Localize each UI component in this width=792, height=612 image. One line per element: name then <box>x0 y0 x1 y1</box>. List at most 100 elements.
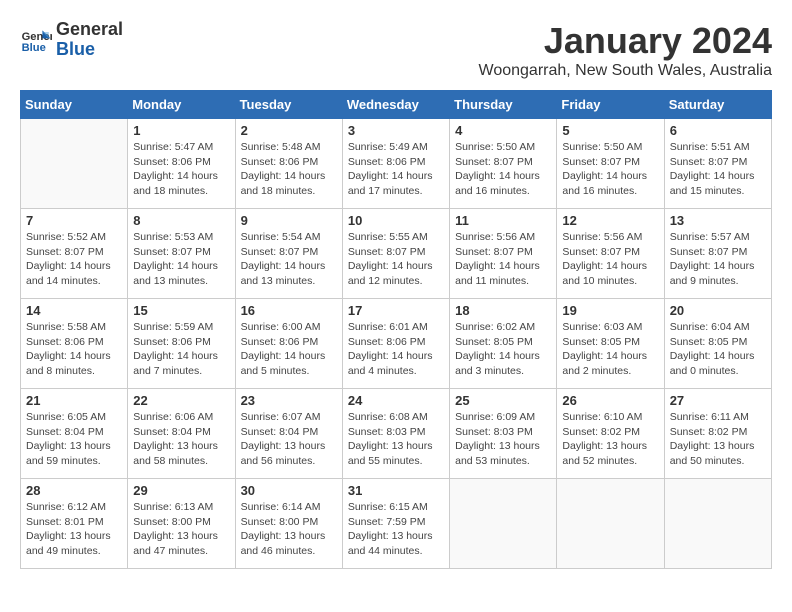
day-number: 28 <box>26 483 122 498</box>
day-number: 23 <box>241 393 337 408</box>
day-info: Sunrise: 6:07 AM Sunset: 8:04 PM Dayligh… <box>241 410 337 469</box>
day-number: 30 <box>241 483 337 498</box>
month-title: January 2024 <box>479 20 772 62</box>
day-number: 21 <box>26 393 122 408</box>
day-info: Sunrise: 6:11 AM Sunset: 8:02 PM Dayligh… <box>670 410 766 469</box>
calendar-cell <box>450 479 557 569</box>
day-number: 29 <box>133 483 229 498</box>
calendar-week-1: 1Sunrise: 5:47 AM Sunset: 8:06 PM Daylig… <box>21 119 772 209</box>
day-number: 4 <box>455 123 551 138</box>
logo-blue: Blue <box>56 40 123 60</box>
weekday-header-tuesday: Tuesday <box>235 91 342 119</box>
day-info: Sunrise: 6:12 AM Sunset: 8:01 PM Dayligh… <box>26 500 122 559</box>
calendar-table: SundayMondayTuesdayWednesdayThursdayFrid… <box>20 90 772 569</box>
day-info: Sunrise: 6:09 AM Sunset: 8:03 PM Dayligh… <box>455 410 551 469</box>
day-info: Sunrise: 5:50 AM Sunset: 8:07 PM Dayligh… <box>562 140 658 199</box>
calendar-cell: 8 Sunrise: 5:53 AM Sunset: 8:07 PM Daylig… <box>128 209 235 299</box>
calendar-cell <box>664 479 771 569</box>
calendar-cell: 11 Sunrise: 5:56 AM Sunset: 8:07 PM Dayli… <box>450 209 557 299</box>
calendar-cell: 4 Sunrise: 5:50 AM Sunset: 8:07 PM Daylig… <box>450 119 557 209</box>
page-header: General Blue General Blue January 2024 W… <box>20 20 772 80</box>
calendar-cell: 13Sunrise: 5:57 AM Sunset: 8:07 PM Dayli… <box>664 209 771 299</box>
day-number: 18 <box>455 303 551 318</box>
day-number: 12 <box>562 213 658 228</box>
day-number: 27 <box>670 393 766 408</box>
calendar-cell: 3Sunrise: 5:49 AM Sunset: 8:06 PM Daylig… <box>342 119 449 209</box>
day-info: Sunrise: 5:48 AM Sunset: 8:06 PM Dayligh… <box>241 140 337 199</box>
calendar-cell: 5 Sunrise: 5:50 AM Sunset: 8:07 PM Daylig… <box>557 119 664 209</box>
day-info: Sunrise: 6:01 AM Sunset: 8:06 PM Dayligh… <box>348 320 444 379</box>
day-number: 26 <box>562 393 658 408</box>
calendar-cell: 22Sunrise: 6:06 AM Sunset: 8:04 PM Dayli… <box>128 389 235 479</box>
weekday-header-wednesday: Wednesday <box>342 91 449 119</box>
calendar-cell: 6Sunrise: 5:51 AM Sunset: 8:07 PM Daylig… <box>664 119 771 209</box>
calendar-cell: 18 Sunrise: 6:02 AM Sunset: 8:05 PM Dayli… <box>450 299 557 389</box>
day-number: 19 <box>562 303 658 318</box>
logo-general: General <box>56 20 123 40</box>
day-info: Sunrise: 5:53 AM Sunset: 8:07 PM Dayligh… <box>133 230 229 289</box>
title-block: January 2024 Woongarrah, New South Wales… <box>479 20 772 80</box>
day-info: Sunrise: 6:08 AM Sunset: 8:03 PM Dayligh… <box>348 410 444 469</box>
day-number: 2 <box>241 123 337 138</box>
calendar-cell: 17 Sunrise: 6:01 AM Sunset: 8:06 PM Dayli… <box>342 299 449 389</box>
day-number: 5 <box>562 123 658 138</box>
logo: General Blue General Blue <box>20 20 123 60</box>
day-info: Sunrise: 6:13 AM Sunset: 8:00 PM Dayligh… <box>133 500 229 559</box>
calendar-cell: 28 Sunrise: 6:12 AM Sunset: 8:01 PM Dayli… <box>21 479 128 569</box>
calendar-cell: 15Sunrise: 5:59 AM Sunset: 8:06 PM Dayli… <box>128 299 235 389</box>
calendar-cell: 25Sunrise: 6:09 AM Sunset: 8:03 PM Dayli… <box>450 389 557 479</box>
calendar-cell: 10Sunrise: 5:55 AM Sunset: 8:07 PM Dayli… <box>342 209 449 299</box>
weekday-header-sunday: Sunday <box>21 91 128 119</box>
calendar-cell <box>21 119 128 209</box>
calendar-cell: 31 Sunrise: 6:15 AM Sunset: 7:59 PM Dayli… <box>342 479 449 569</box>
day-info: Sunrise: 6:14 AM Sunset: 8:00 PM Dayligh… <box>241 500 337 559</box>
day-info: Sunrise: 6:15 AM Sunset: 7:59 PM Dayligh… <box>348 500 444 559</box>
calendar-cell: 26 Sunrise: 6:10 AM Sunset: 8:02 PM Dayli… <box>557 389 664 479</box>
day-info: Sunrise: 5:49 AM Sunset: 8:06 PM Dayligh… <box>348 140 444 199</box>
day-info: Sunrise: 5:57 AM Sunset: 8:07 PM Dayligh… <box>670 230 766 289</box>
calendar-header: SundayMondayTuesdayWednesdayThursdayFrid… <box>21 91 772 119</box>
calendar-cell: 23 Sunrise: 6:07 AM Sunset: 8:04 PM Dayli… <box>235 389 342 479</box>
day-number: 20 <box>670 303 766 318</box>
day-info: Sunrise: 5:47 AM Sunset: 8:06 PM Dayligh… <box>133 140 229 199</box>
day-info: Sunrise: 6:00 AM Sunset: 8:06 PM Dayligh… <box>241 320 337 379</box>
calendar-cell: 1Sunrise: 5:47 AM Sunset: 8:06 PM Daylig… <box>128 119 235 209</box>
calendar-week-2: 7Sunrise: 5:52 AM Sunset: 8:07 PM Daylig… <box>21 209 772 299</box>
calendar-cell: 7Sunrise: 5:52 AM Sunset: 8:07 PM Daylig… <box>21 209 128 299</box>
day-info: Sunrise: 6:02 AM Sunset: 8:05 PM Dayligh… <box>455 320 551 379</box>
weekday-header-monday: Monday <box>128 91 235 119</box>
day-number: 17 <box>348 303 444 318</box>
calendar-week-4: 21 Sunrise: 6:05 AM Sunset: 8:04 PM Dayli… <box>21 389 772 479</box>
svg-text:Blue: Blue <box>22 42 46 54</box>
day-info: Sunrise: 5:54 AM Sunset: 8:07 PM Dayligh… <box>241 230 337 289</box>
calendar-cell: 21 Sunrise: 6:05 AM Sunset: 8:04 PM Dayli… <box>21 389 128 479</box>
day-info: Sunrise: 5:56 AM Sunset: 8:07 PM Dayligh… <box>455 230 551 289</box>
day-number: 14 <box>26 303 122 318</box>
calendar-week-3: 14 Sunrise: 5:58 AM Sunset: 8:06 PM Dayli… <box>21 299 772 389</box>
day-number: 24 <box>348 393 444 408</box>
day-info: Sunrise: 5:58 AM Sunset: 8:06 PM Dayligh… <box>26 320 122 379</box>
calendar-cell: 2 Sunrise: 5:48 AM Sunset: 8:06 PM Daylig… <box>235 119 342 209</box>
day-info: Sunrise: 6:03 AM Sunset: 8:05 PM Dayligh… <box>562 320 658 379</box>
day-number: 22 <box>133 393 229 408</box>
day-number: 31 <box>348 483 444 498</box>
weekday-row: SundayMondayTuesdayWednesdayThursdayFrid… <box>21 91 772 119</box>
calendar-cell: 12 Sunrise: 5:56 AM Sunset: 8:07 PM Dayli… <box>557 209 664 299</box>
calendar-cell: 24 Sunrise: 6:08 AM Sunset: 8:03 PM Dayli… <box>342 389 449 479</box>
day-info: Sunrise: 5:52 AM Sunset: 8:07 PM Dayligh… <box>26 230 122 289</box>
calendar-body: 1Sunrise: 5:47 AM Sunset: 8:06 PM Daylig… <box>21 119 772 569</box>
day-info: Sunrise: 5:55 AM Sunset: 8:07 PM Dayligh… <box>348 230 444 289</box>
calendar-cell: 29 Sunrise: 6:13 AM Sunset: 8:00 PM Dayli… <box>128 479 235 569</box>
weekday-header-saturday: Saturday <box>664 91 771 119</box>
logo-icon: General Blue <box>20 24 52 56</box>
day-number: 11 <box>455 213 551 228</box>
day-info: Sunrise: 6:05 AM Sunset: 8:04 PM Dayligh… <box>26 410 122 469</box>
day-info: Sunrise: 5:59 AM Sunset: 8:06 PM Dayligh… <box>133 320 229 379</box>
day-number: 8 <box>133 213 229 228</box>
day-info: Sunrise: 6:10 AM Sunset: 8:02 PM Dayligh… <box>562 410 658 469</box>
calendar-cell: 19 Sunrise: 6:03 AM Sunset: 8:05 PM Dayli… <box>557 299 664 389</box>
calendar-week-5: 28 Sunrise: 6:12 AM Sunset: 8:01 PM Dayli… <box>21 479 772 569</box>
day-info: Sunrise: 5:56 AM Sunset: 8:07 PM Dayligh… <box>562 230 658 289</box>
day-info: Sunrise: 5:50 AM Sunset: 8:07 PM Dayligh… <box>455 140 551 199</box>
day-info: Sunrise: 5:51 AM Sunset: 8:07 PM Dayligh… <box>670 140 766 199</box>
